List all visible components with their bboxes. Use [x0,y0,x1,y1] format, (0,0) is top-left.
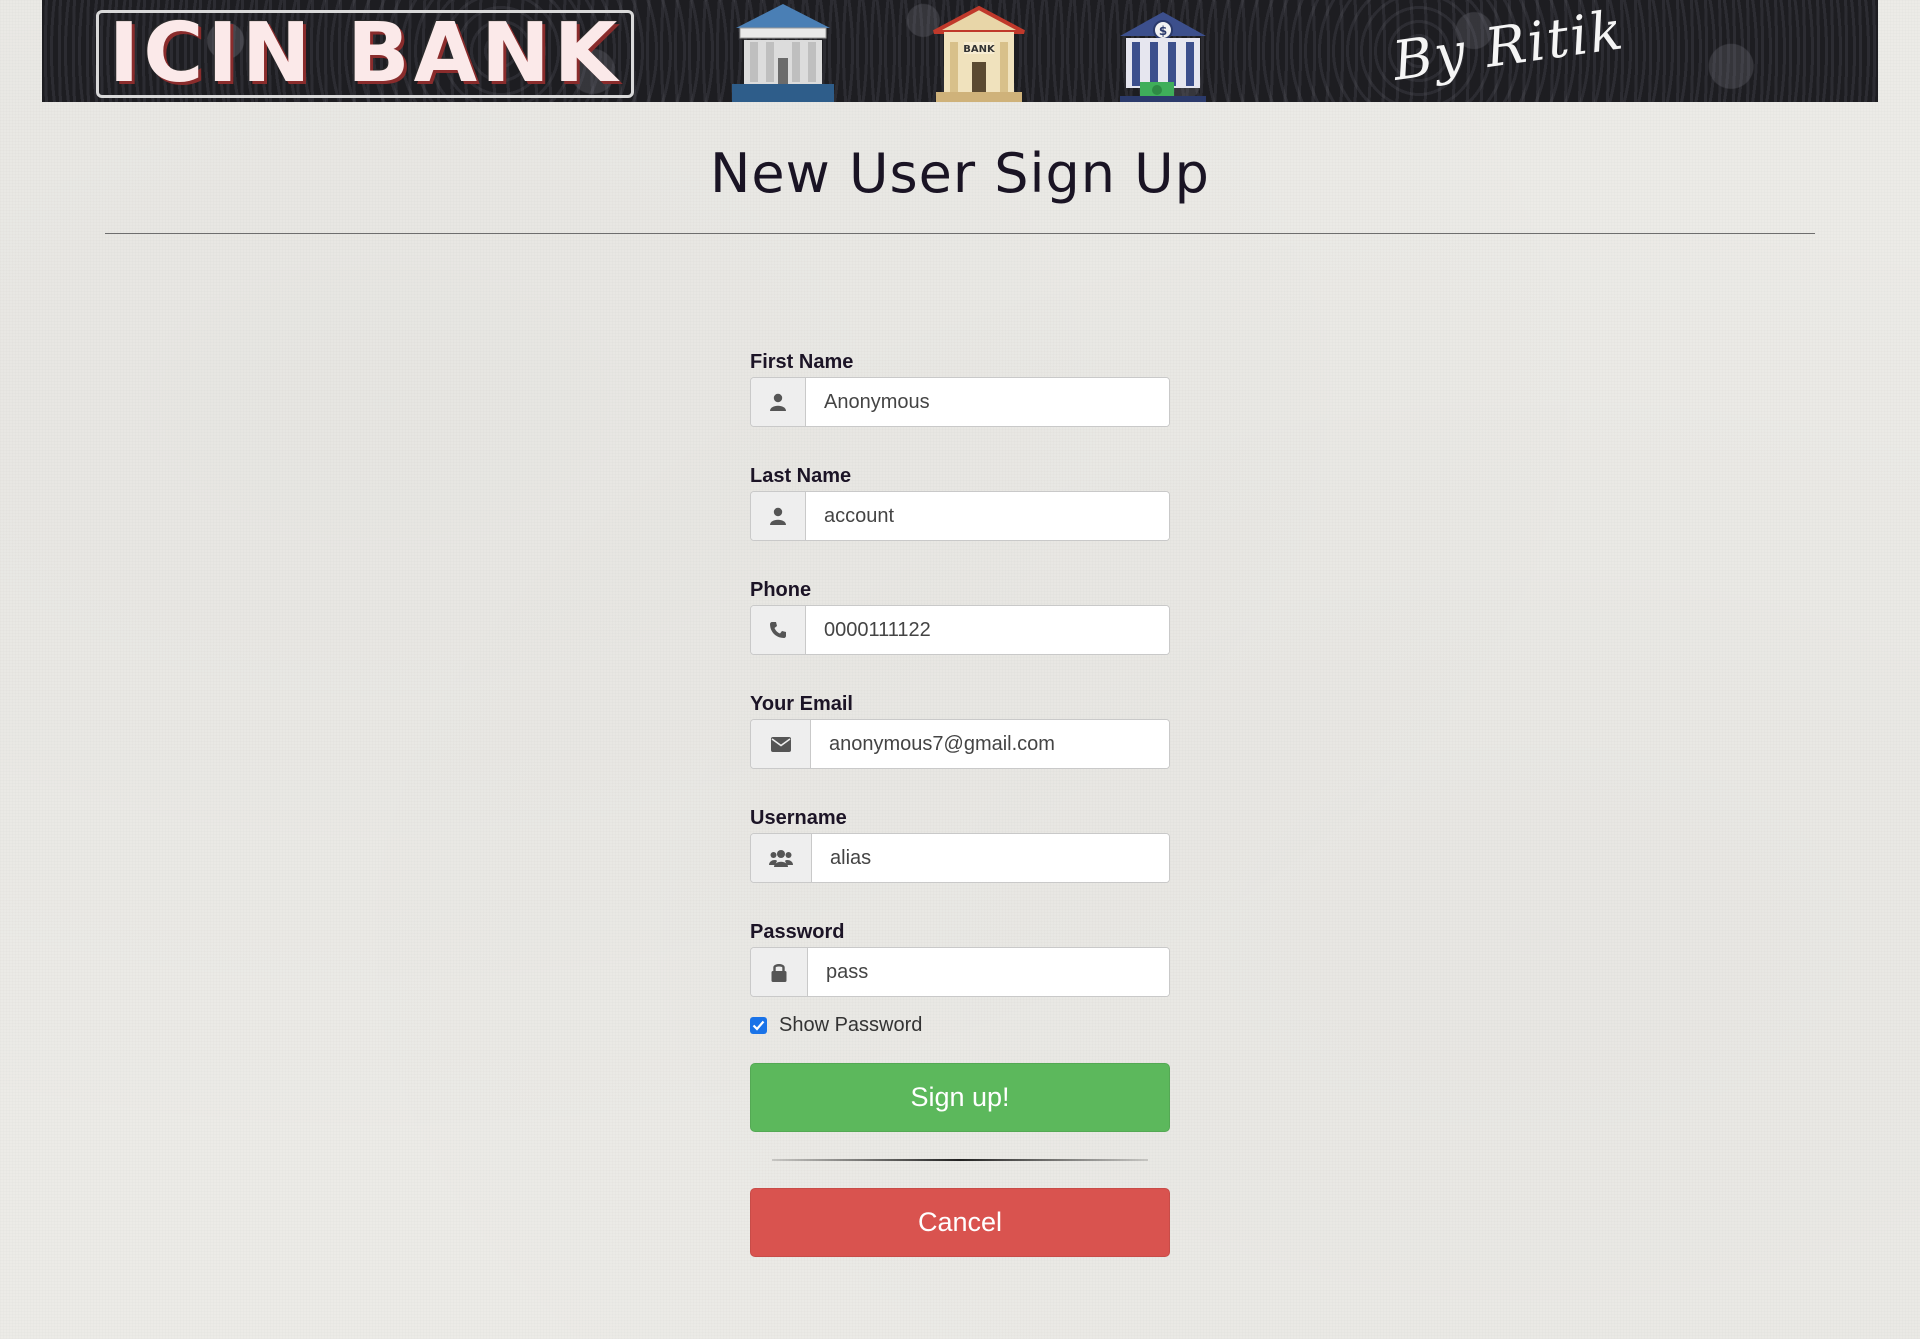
header-banner: ICIN BANK BANK $ By Ritik [42,0,1878,102]
first-name-input-group [750,377,1170,427]
user-icon [751,378,806,426]
show-password-toggle[interactable]: Show Password [750,1014,922,1037]
email-label: Your Email [750,693,853,715]
svg-text:$: $ [1159,24,1167,38]
first-name-input[interactable] [806,378,1169,426]
button-divider [772,1159,1148,1161]
phone-label: Phone [750,579,812,601]
phone-icon [751,606,806,654]
username-field: Username [750,806,1170,920]
password-label: Password [750,921,845,943]
bank-money-icon: $ [1120,12,1206,102]
title-divider [105,233,1815,234]
page-title: New User Sign Up [710,142,1210,205]
password-input-group [750,947,1170,997]
lock-icon [751,948,808,996]
last-name-label: Last Name [750,465,852,487]
email-field: Your Email [750,692,1170,806]
user-icon [751,492,806,540]
logo-text: ICIN BANK [108,6,622,101]
signup-form: First Name Last Name Phone Your Email [750,350,1170,1034]
email-input[interactable] [811,720,1169,768]
username-input[interactable] [812,834,1169,882]
username-input-group [750,833,1170,883]
users-icon [751,834,812,882]
last-name-input-group [750,491,1170,541]
phone-input[interactable] [806,606,1169,654]
phone-input-group [750,605,1170,655]
bank-building-icon [732,4,834,102]
phone-field: Phone [750,578,1170,692]
last-name-field: Last Name [750,464,1170,578]
email-input-group [750,719,1170,769]
first-name-label: First Name [750,351,854,373]
last-name-input[interactable] [806,492,1169,540]
checkmark-icon [752,1020,765,1031]
username-label: Username [750,807,847,829]
password-input[interactable] [808,948,1169,996]
envelope-icon [751,720,811,768]
show-password-checkbox[interactable] [750,1017,767,1034]
sign-up-button[interactable]: Sign up! [750,1063,1170,1132]
show-password-label: Show Password [779,1014,923,1036]
bank-house-icon: BANK [933,5,1025,102]
cancel-button[interactable]: Cancel [750,1188,1170,1257]
logo[interactable]: ICIN BANK [96,10,634,98]
bank-sign-text: BANK [963,44,996,55]
signature: By Ritik [1388,0,1629,93]
first-name-field: First Name [750,350,1170,464]
